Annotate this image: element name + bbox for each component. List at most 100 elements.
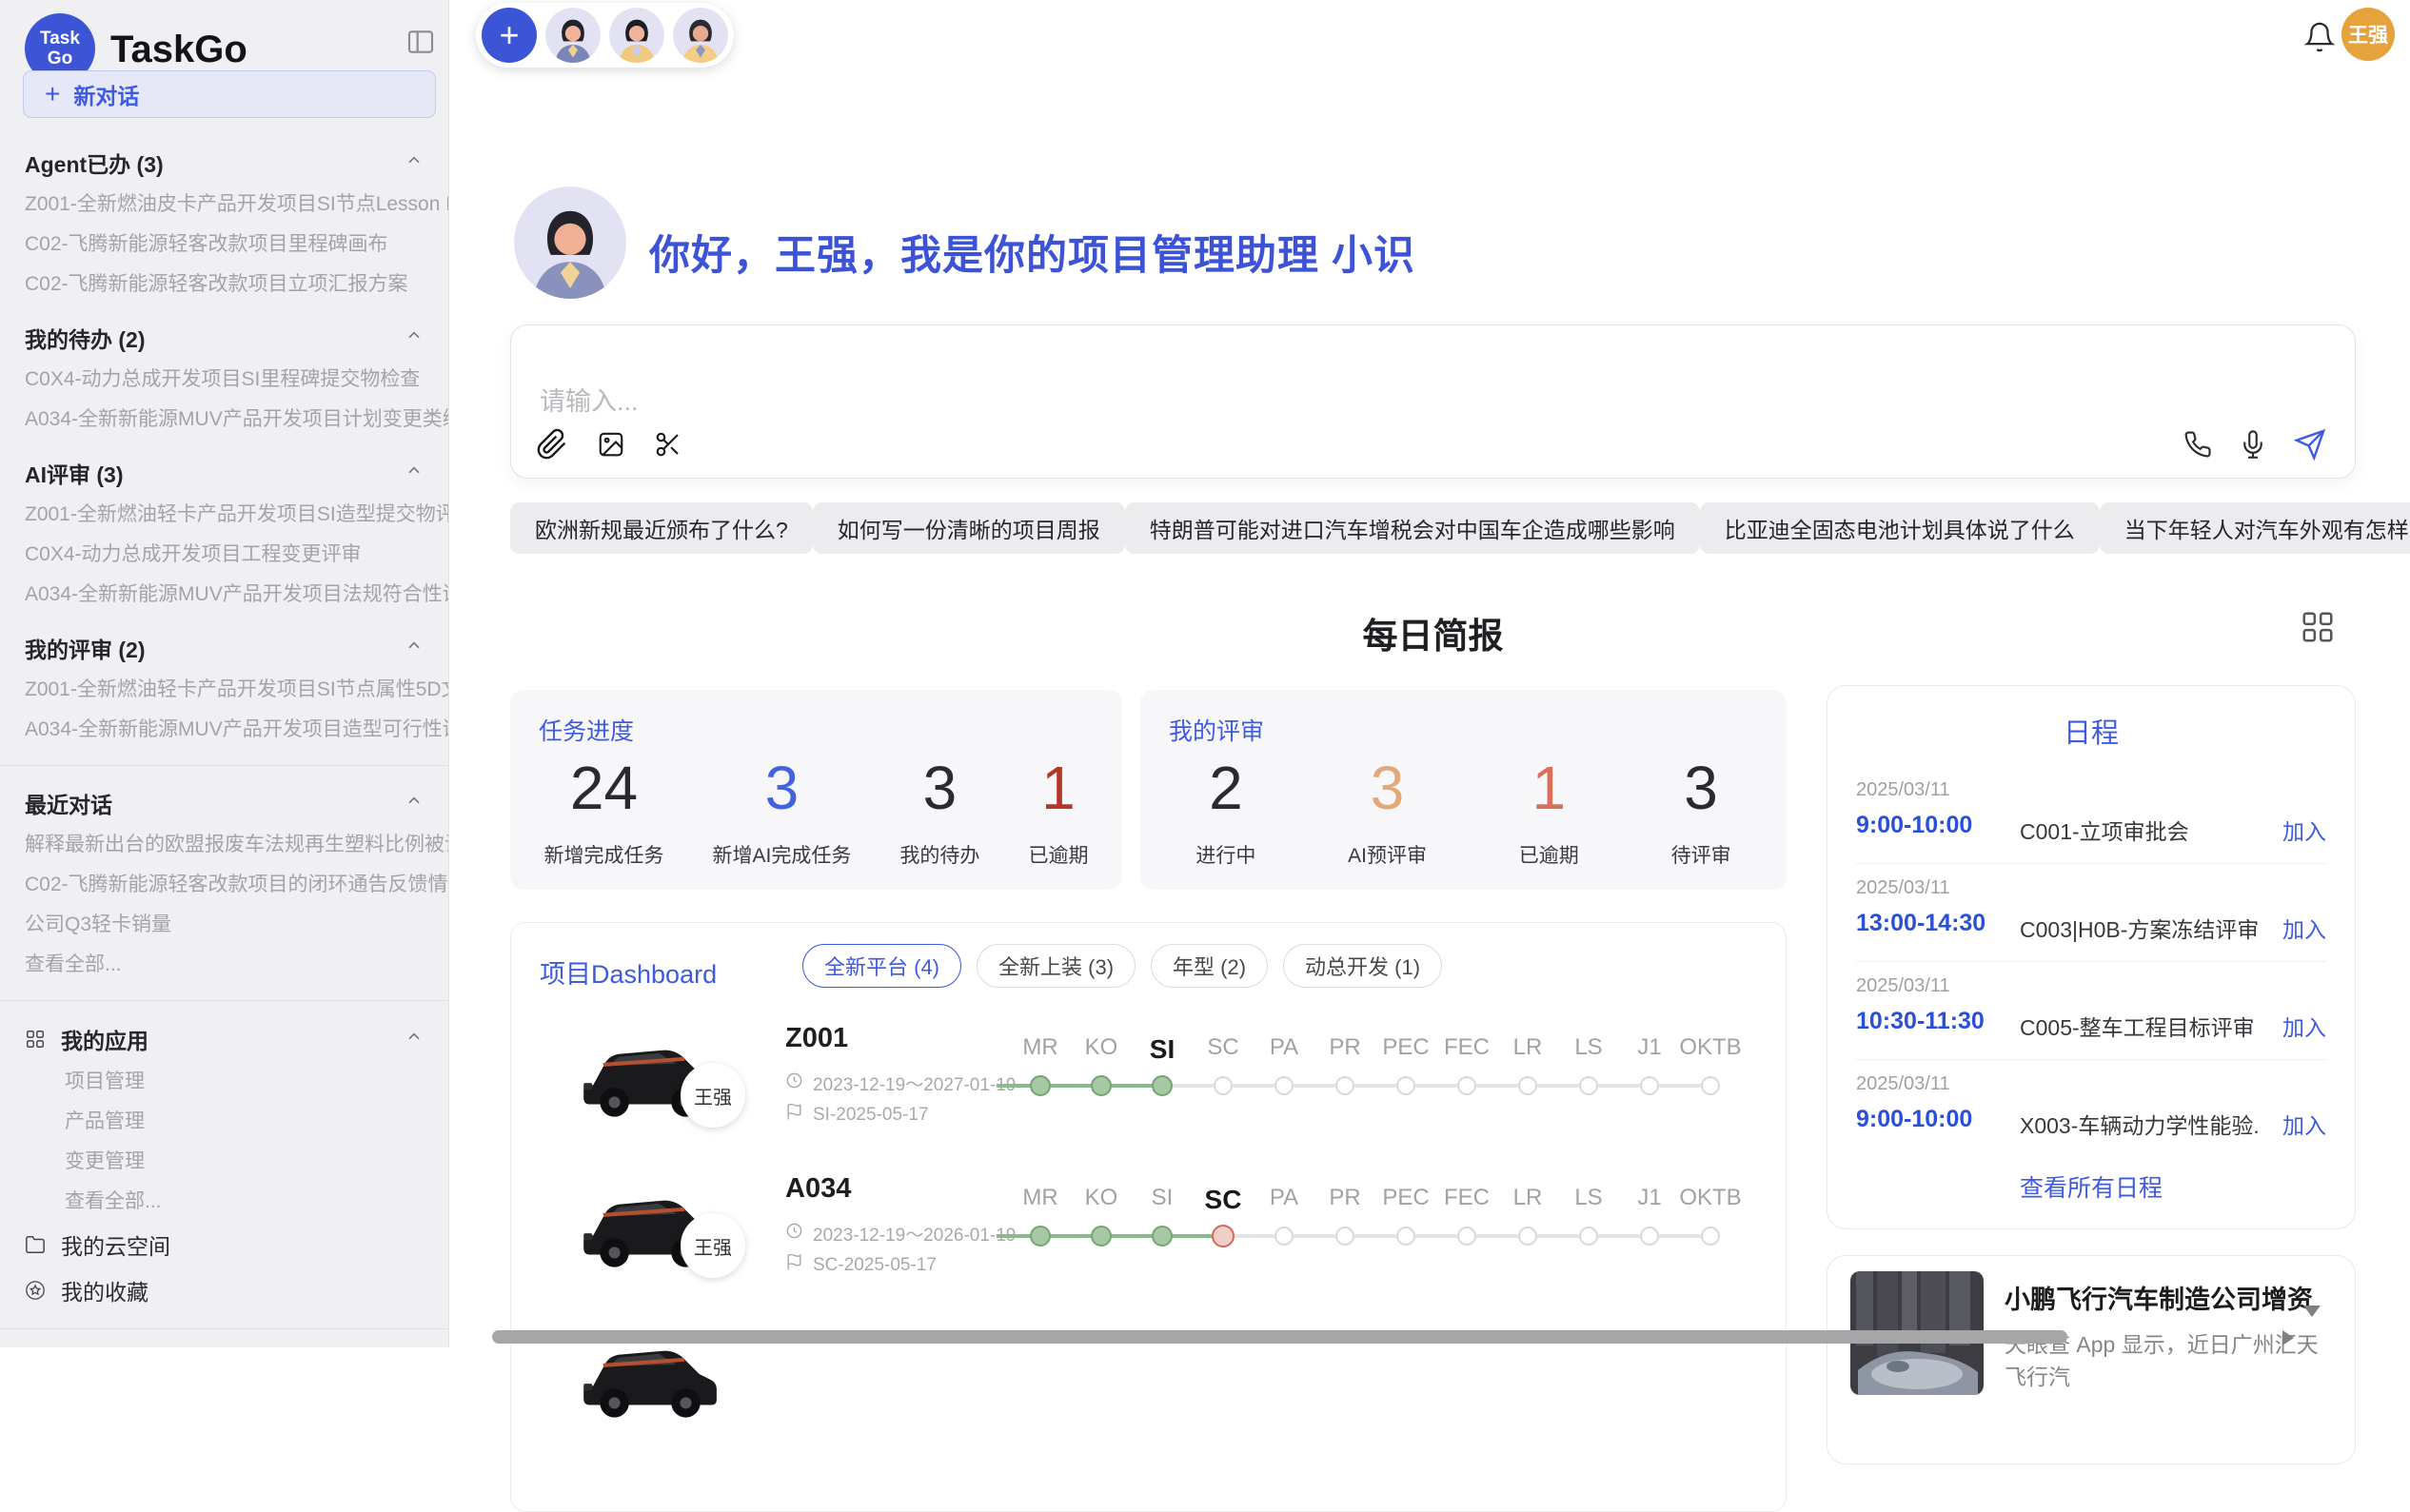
project-dates: 2023-12-19～2026-01-19 (785, 1221, 1016, 1247)
dashboard-tab[interactable]: 动总开发 (1) (1283, 944, 1442, 988)
news-card[interactable]: 小鹏飞行汽车制造公司增资 天眼查 App 显示，近日广州汇天飞行汽 (1827, 1255, 2356, 1464)
view-all-schedule-link[interactable]: 查看所有日程 (1827, 1169, 2355, 1204)
milestone-dot[interactable] (1396, 1227, 1415, 1246)
notification-bell-icon[interactable] (2303, 21, 2336, 53)
milestone-dot[interactable] (1701, 1227, 1720, 1246)
suggestion-chip[interactable]: 欧洲新规最近颁布了什么? (510, 502, 813, 554)
app-logo-text-top: Task (40, 29, 80, 49)
milestone-dot[interactable] (1640, 1227, 1659, 1246)
chevron-up-icon[interactable] (405, 1027, 424, 1052)
join-link[interactable]: 加入 (2282, 912, 2326, 944)
project-dates: 2023-12-19～2027-01-19 (785, 1070, 1016, 1096)
sidebar-conversation-item[interactable]: 解释最新出台的欧盟报废车法规再生塑料比例被调至15%... (0, 825, 448, 865)
sidebar-conversation-item[interactable]: 查看全部... (0, 945, 448, 985)
milestone-dot[interactable] (1274, 1227, 1294, 1246)
sidebar-group-header[interactable]: AI评审 (3) (0, 451, 448, 495)
chevron-up-icon[interactable] (405, 637, 424, 660)
chevron-up-icon[interactable] (405, 151, 424, 175)
milestone-dot[interactable] (1152, 1075, 1173, 1096)
sidebar-conversation-item[interactable]: A034-全新新能源MUV产品开发项目造型可行性评审 (0, 710, 448, 750)
sidebar-item-folder[interactable]: 我的云空间 (0, 1222, 448, 1267)
milestone-dot[interactable] (1518, 1227, 1537, 1246)
milestone-dot[interactable] (1214, 1076, 1233, 1095)
scroll-down-arrow[interactable] (2303, 1306, 2321, 1317)
milestone-dot[interactable] (1091, 1226, 1112, 1247)
user-avatar[interactable]: 王强 (2341, 8, 2395, 61)
milestone-dot[interactable] (1152, 1226, 1173, 1247)
session-avatar-3[interactable] (673, 8, 728, 63)
suggestion-chip[interactable]: 特朗普可能对进口汽车增税会对中国车企造成哪些影响 (1125, 502, 1700, 554)
milestone-dot[interactable] (1212, 1225, 1235, 1247)
milestone-dot[interactable] (1457, 1076, 1476, 1095)
milestone-label: SI (1150, 1034, 1175, 1065)
new-chat-button[interactable]: + 新对话 (23, 70, 436, 118)
session-avatar-1[interactable] (545, 8, 601, 63)
milestone-dot[interactable] (1701, 1076, 1720, 1095)
suggestion-chip[interactable]: 比亚迪全固态电池计划具体说了什么 (1700, 502, 2100, 554)
project-row[interactable]: 王强Z0012023-12-19～2027-01-19SI-2025-05-17… (511, 1008, 1786, 1160)
milestone-dot[interactable] (1579, 1227, 1598, 1246)
sidebar-conversation-item[interactable]: 产品管理 (0, 1102, 448, 1142)
sidebar-conversation-item[interactable]: C0X4-动力总成开发项目工程变更评审 (0, 535, 448, 575)
join-link[interactable]: 加入 (2282, 814, 2326, 846)
sidebar-conversation-item[interactable]: C02-飞腾新能源轻客改款项目的闭环通告反馈情况 (0, 865, 448, 905)
sidebar-conversation-item[interactable]: 项目管理 (0, 1062, 448, 1102)
sidebar-conversation-item[interactable]: C02-飞腾新能源轻客改款项目立项汇报方案 (0, 265, 448, 304)
voice-call-icon[interactable] (2183, 430, 2212, 459)
chevron-up-icon[interactable] (405, 792, 424, 815)
sidebar-conversation-item[interactable]: Z001-全新燃油轻卡产品开发项目SI造型提交物评审 (0, 495, 448, 535)
sidebar-conversation-item[interactable]: 公司Q3轻卡销量 (0, 905, 448, 945)
dashboard-tab[interactable]: 全新平台 (4) (802, 944, 961, 988)
milestone-label: OKTB (1679, 1185, 1741, 1211)
send-icon[interactable] (2294, 428, 2326, 461)
milestone-dot[interactable] (1640, 1076, 1659, 1095)
milestone-dot[interactable] (1457, 1227, 1476, 1246)
suggestion-chip[interactable]: 当下年轻人对汽车外观有怎样的喜好趋势 (2100, 502, 2410, 554)
dashboard-tab[interactable]: 全新上装 (3) (977, 944, 1136, 988)
chat-input-box[interactable]: 请输入... (510, 324, 2356, 479)
microphone-icon[interactable] (2239, 430, 2267, 459)
milestone-label: KO (1085, 1034, 1118, 1061)
sidebar-conversation-item[interactable]: 变更管理 (0, 1142, 448, 1182)
project-row[interactable]: 王强A0342023-12-19～2026-01-19SC-2025-05-17… (511, 1158, 1786, 1310)
sidebar-conversation-item[interactable]: C02-飞腾新能源轻客改款项目里程碑画布 (0, 225, 448, 265)
milestone-dot[interactable] (1579, 1076, 1598, 1095)
sidebar-group-header[interactable]: 我的待办 (2) (0, 316, 448, 360)
layout-grid-icon[interactable] (2300, 609, 2336, 645)
image-upload-icon[interactable] (597, 430, 625, 459)
scroll-right-arrow[interactable] (2282, 1330, 2294, 1345)
milestone-dot[interactable] (1030, 1075, 1051, 1096)
new-chat-label: 新对话 (73, 78, 139, 110)
sidebar-conversation-item[interactable]: Z001-全新燃油皮卡产品开发项目SI节点Lesson Learn报告 (0, 185, 448, 225)
chevron-up-icon[interactable] (405, 461, 424, 485)
join-link[interactable]: 加入 (2282, 1108, 2326, 1140)
sidebar-conversation-item[interactable]: 查看全部... (0, 1182, 448, 1222)
sidebar-conversation-item[interactable]: A034-全新新能源MUV产品开发项目法规符合性评审 (0, 575, 448, 615)
suggestion-chip[interactable]: 如何写一份清晰的项目周报 (813, 502, 1125, 554)
dashboard-tab[interactable]: 年型 (2) (1151, 944, 1268, 988)
milestone-dot[interactable] (1396, 1076, 1415, 1095)
screenshot-scissors-icon[interactable] (654, 430, 682, 459)
sidebar-group-header[interactable]: 最近对话 (0, 781, 448, 825)
horizontal-scrollbar-thumb[interactable] (492, 1330, 2067, 1344)
sidebar-conversation-item[interactable]: Z001-全新燃油轻卡产品开发项目SI节点属性5D文件评审 (0, 670, 448, 710)
milestone-dot[interactable] (1335, 1227, 1354, 1246)
add-session-button[interactable]: + (482, 8, 537, 63)
stat-card-title: 我的评审 (1169, 713, 1264, 747)
sidebar-conversation-item[interactable]: C0X4-动力总成开发项目SI里程碑提交物检查 (0, 360, 448, 400)
milestone-dot[interactable] (1274, 1076, 1294, 1095)
sidebar-group-header[interactable]: Agent已办 (3) (0, 141, 448, 185)
milestone-dot[interactable] (1518, 1076, 1537, 1095)
sidebar-item-my-apps[interactable]: 我的应用 (0, 1016, 448, 1062)
sidebar-collapse-icon[interactable] (405, 27, 436, 57)
session-avatar-2[interactable] (609, 8, 664, 63)
sidebar-item-star[interactable]: 我的收藏 (0, 1267, 448, 1313)
join-link[interactable]: 加入 (2282, 1010, 2326, 1042)
attachment-icon[interactable] (536, 428, 568, 461)
sidebar-conversation-item[interactable]: A034-全新新能源MUV产品开发项目计划变更类编写 (0, 400, 448, 440)
sidebar-group-header[interactable]: 我的评审 (2) (0, 626, 448, 670)
milestone-dot[interactable] (1091, 1075, 1112, 1096)
chevron-up-icon[interactable] (405, 326, 424, 350)
milestone-dot[interactable] (1030, 1226, 1051, 1247)
milestone-dot[interactable] (1335, 1076, 1354, 1095)
